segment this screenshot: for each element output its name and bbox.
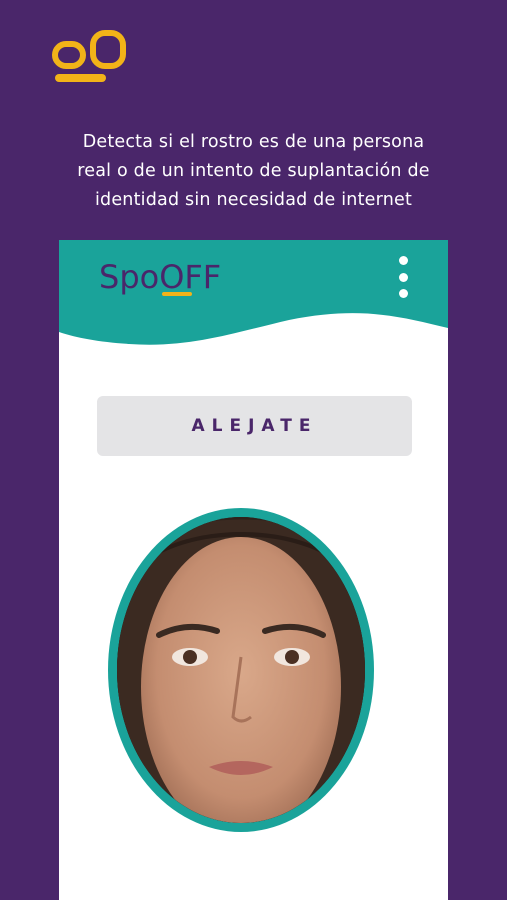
app-header: SpoOFF	[59, 240, 448, 355]
brand-logo-icon	[52, 30, 130, 86]
instruction-banner: ALEJATE	[97, 396, 412, 456]
menu-dot	[398, 272, 408, 282]
tagline: Detecta si el rostro es de una persona r…	[40, 128, 467, 215]
face-image	[117, 517, 365, 823]
spooff-logo-icon: SpoOFF	[99, 258, 221, 296]
tagline-line-1: Detecta si el rostro es de una persona	[82, 132, 425, 152]
more-vertical-icon[interactable]	[396, 256, 410, 298]
camera-preview-face	[117, 517, 365, 823]
menu-dot	[398, 289, 408, 298]
tagline-line-3: identidad sin necesidad de internet	[94, 190, 413, 210]
face-frame	[108, 508, 374, 832]
tagline-line-2: real o de un intento de suplantación de	[77, 161, 430, 181]
app-logo-text: SpoOFF	[99, 258, 221, 296]
app-logo: SpoOFF	[99, 258, 249, 298]
app-screen: SpoOFF ALEJATE	[59, 240, 448, 900]
menu-dot	[398, 256, 408, 265]
